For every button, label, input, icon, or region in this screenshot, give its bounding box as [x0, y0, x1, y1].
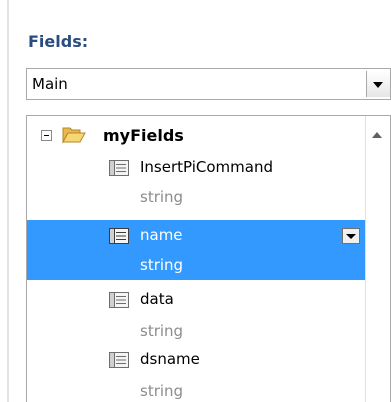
field-name: name	[140, 226, 183, 244]
field-menu-chevron-down-icon[interactable]	[342, 228, 360, 244]
collapse-icon[interactable]	[41, 130, 52, 141]
field-name: InsertPiCommand	[140, 158, 274, 176]
field-icon	[109, 352, 129, 368]
field-type: string	[140, 382, 184, 400]
field-icon	[109, 292, 129, 308]
field-name: data	[140, 290, 174, 308]
data-source-dropdown[interactable]: Main	[26, 68, 391, 100]
field-icon	[109, 228, 129, 244]
fields-label: Fields:	[28, 32, 89, 51]
scroll-up-arrow-icon[interactable]	[372, 132, 382, 138]
folder-open-icon	[62, 127, 86, 144]
panel-left-border	[7, 0, 9, 402]
tree-item-data[interactable]: data string	[27, 286, 366, 340]
tree-root-row[interactable]: myFields	[27, 116, 366, 146]
field-type: string	[140, 188, 184, 206]
field-type: string	[140, 256, 184, 274]
data-source-value: Main	[32, 75, 68, 93]
field-type: string	[140, 322, 184, 340]
tree-item-name[interactable]: name string	[27, 220, 366, 280]
tree-root-label: myFields	[103, 126, 184, 145]
field-name: dsname	[140, 350, 200, 368]
field-icon	[109, 160, 129, 176]
tree-item-dsname[interactable]: dsname string	[27, 346, 366, 402]
field-tree[interactable]: myFields InsertPiCommand string name str…	[26, 115, 391, 402]
tree-scrollbar[interactable]	[365, 116, 390, 402]
tree-item-insertpicommand[interactable]: InsertPiCommand string	[27, 154, 366, 206]
chevron-down-icon[interactable]	[366, 71, 390, 97]
